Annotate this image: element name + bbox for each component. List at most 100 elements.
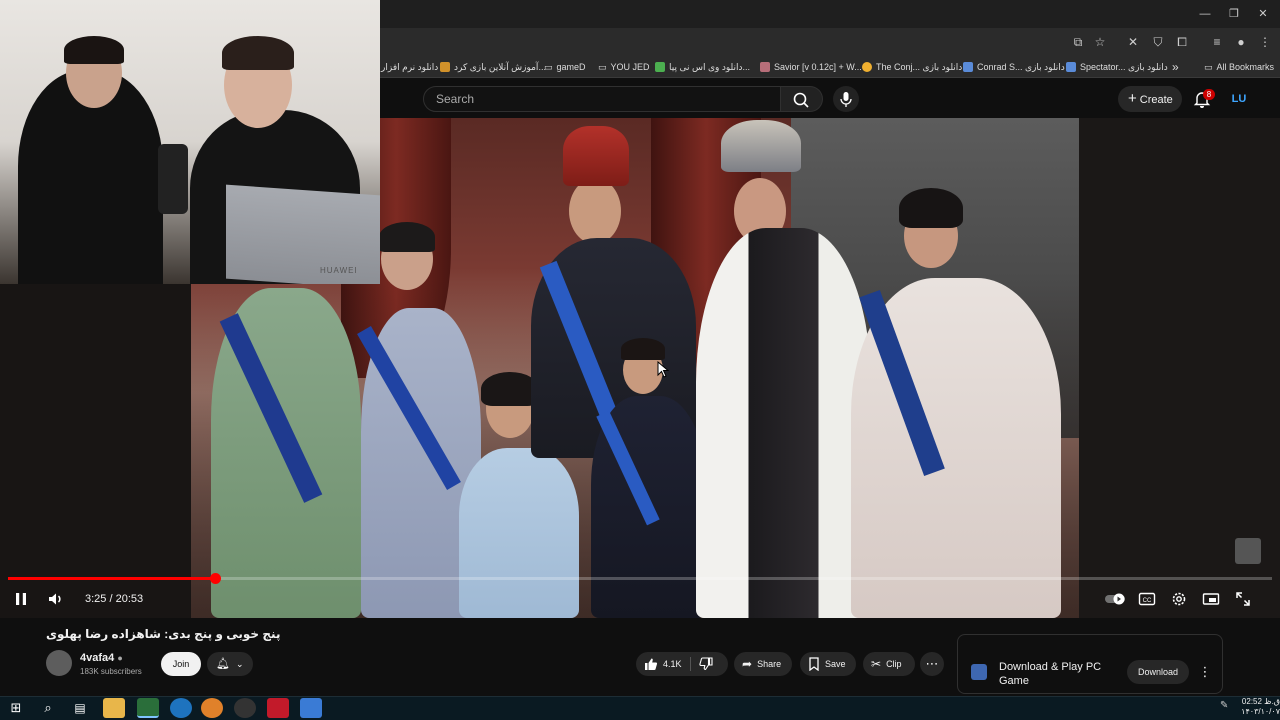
clip-button[interactable]: ✂ Clip (863, 652, 915, 676)
like-count: 4.1K (663, 659, 682, 669)
bookmark-favicon-icon (862, 62, 872, 72)
time-display: 3:25 / 20:53 (85, 593, 144, 605)
obs-icon[interactable] (234, 698, 256, 718)
bookmark-item[interactable]: The Conj... دانلود بازی (862, 58, 962, 76)
plus-icon: + (1128, 90, 1137, 107)
minimize-button[interactable]: — (1190, 6, 1220, 22)
shield-icon[interactable]: ⛉ (1149, 33, 1167, 51)
bookmark-folder[interactable]: ▭ gameD (544, 58, 586, 76)
app-icon[interactable] (300, 698, 322, 718)
ad-download-button[interactable]: Download (1127, 660, 1189, 684)
restore-button[interactable]: ❐ (1219, 6, 1249, 22)
scissors-icon: ✂ (871, 657, 882, 671)
verified-icon: ● (117, 653, 123, 663)
account-avatar[interactable]: LU (1228, 89, 1250, 109)
clock-time: 02:52 ق.ظ (1241, 697, 1280, 706)
bookmark-item[interactable]: Spectator... دانلود بازی (1066, 58, 1168, 76)
bookmark-favicon-icon (760, 62, 770, 72)
bookmark-favicon-icon (1066, 62, 1076, 72)
save-button[interactable]: Save (800, 652, 856, 676)
bookmarks-overflow-button[interactable]: » (1172, 58, 1179, 76)
pen-icon[interactable]: ✎ (1220, 700, 1228, 711)
all-bookmarks-button[interactable]: ▭ All Bookmarks (1204, 58, 1274, 76)
search-icon (793, 92, 809, 108)
channel-watermark[interactable] (1235, 538, 1261, 564)
share-button[interactable]: ➦ Share (734, 652, 792, 676)
chrome-icon[interactable] (137, 698, 159, 718)
bookmark-favicon-icon (655, 62, 665, 72)
vivaldi-icon[interactable] (267, 698, 289, 718)
windows-taskbar (0, 696, 1280, 720)
theater-mode-button[interactable] (1201, 589, 1221, 609)
subscriber-count: 183K subscribers (80, 667, 142, 676)
notification-count-badge: 8 (1203, 89, 1215, 100)
thumbs-up-icon (645, 658, 658, 670)
microphone-icon (840, 92, 852, 107)
media-control-icon[interactable]: ≡ (1208, 33, 1226, 51)
system-clock[interactable]: 02:52 ق.ظ ۱۴۰۳/۱۰/۰۷ (1236, 697, 1280, 717)
save-icon (809, 657, 819, 671)
bookmark-item[interactable]: Savior [v 0.12c] + W... (760, 58, 862, 76)
folder-icon: ▭ (544, 62, 553, 72)
autoplay-toggle[interactable] (1104, 589, 1128, 609)
gear-icon (1172, 592, 1186, 606)
pause-button[interactable] (11, 589, 31, 609)
close-icon[interactable]: ✕ (1124, 33, 1142, 51)
bookmark-favicon-icon (963, 62, 973, 72)
search-icon[interactable]: ⌕ (37, 698, 59, 718)
bookmark-item[interactable]: دانلود نرم افزار (381, 58, 438, 76)
voice-search-button[interactable] (833, 86, 859, 112)
progress-played (8, 577, 216, 580)
search-input[interactable]: Search (423, 86, 781, 112)
ad-app-icon (971, 664, 987, 680)
search-button[interactable] (781, 86, 823, 112)
bookmark-item[interactable]: Conrad S... دانلود بازی (963, 58, 1065, 76)
edge-icon[interactable] (170, 698, 192, 718)
channel-avatar[interactable] (46, 650, 72, 676)
dislike-button[interactable] (691, 657, 721, 671)
ad-more-icon[interactable]: ⋮ (1197, 662, 1213, 682)
create-button[interactable]: + Create (1118, 86, 1182, 112)
folder-icon: ▭ (1204, 62, 1213, 72)
task-view-icon[interactable]: ▤ (69, 698, 91, 718)
volume-button[interactable] (46, 589, 66, 609)
brave-icon[interactable] (201, 698, 223, 718)
join-button[interactable]: Join (161, 652, 201, 676)
extensions-icon[interactable]: ⧠ (1173, 33, 1191, 51)
mouse-cursor-icon (657, 361, 669, 378)
chrome-menu-icon[interactable]: ⋮ (1256, 33, 1274, 51)
webcam-overlay: HUAWEI (0, 0, 380, 284)
bookmark-folder[interactable]: ▭ YOU JED (598, 58, 650, 76)
settings-button[interactable] (1169, 589, 1189, 609)
folder-icon: ▭ (598, 62, 607, 72)
volume-icon (49, 593, 61, 605)
bookmark-item[interactable]: دانلود وی اس نی پیا... (655, 58, 750, 76)
more-actions-button[interactable]: ⋯ (920, 652, 944, 676)
close-window-button[interactable]: ✕ (1248, 6, 1278, 22)
subscription-bell-button[interactable]: 🔔︎ ⌄ (207, 652, 253, 676)
video-frame-left-edge (0, 284, 191, 618)
bookmark-star-icon[interactable]: ☆ (1091, 33, 1109, 51)
chevron-down-icon: ⌄ (235, 659, 244, 669)
pause-icon (16, 593, 26, 605)
subtitles-button[interactable]: CC (1137, 589, 1157, 609)
clock-date: ۱۴۰۳/۱۰/۰۷ (1241, 707, 1280, 716)
bookmark-favicon-icon (440, 62, 450, 72)
svg-text:CC: CC (1143, 598, 1152, 604)
ad-title[interactable]: Download & Play PC Game (999, 660, 1109, 688)
autoplay-toggle-icon (1105, 593, 1125, 605)
like-button[interactable]: 4.1K (636, 652, 690, 676)
cast-icon[interactable]: ⧉ (1069, 33, 1087, 51)
file-explorer-icon[interactable] (103, 698, 125, 718)
channel-name[interactable]: 4vafa4 ● (80, 652, 123, 664)
windows-start-icon[interactable]: ⊞ (5, 698, 27, 718)
video-title: پنج خوبی و پنج بدی: شاهزاده رضا پهلوی (46, 627, 281, 641)
expand-icon (1236, 592, 1250, 606)
like-dislike-group: 4.1K (636, 652, 728, 676)
fullscreen-button[interactable] (1233, 589, 1253, 609)
bookmark-item[interactable]: آموزش آنلاین بازی کرد... (440, 58, 546, 76)
thumbs-down-icon (698, 657, 713, 671)
profile-avatar-icon[interactable]: ● (1232, 33, 1250, 51)
theater-icon (1202, 593, 1220, 605)
bell-icon: 🔔︎ (216, 658, 230, 670)
